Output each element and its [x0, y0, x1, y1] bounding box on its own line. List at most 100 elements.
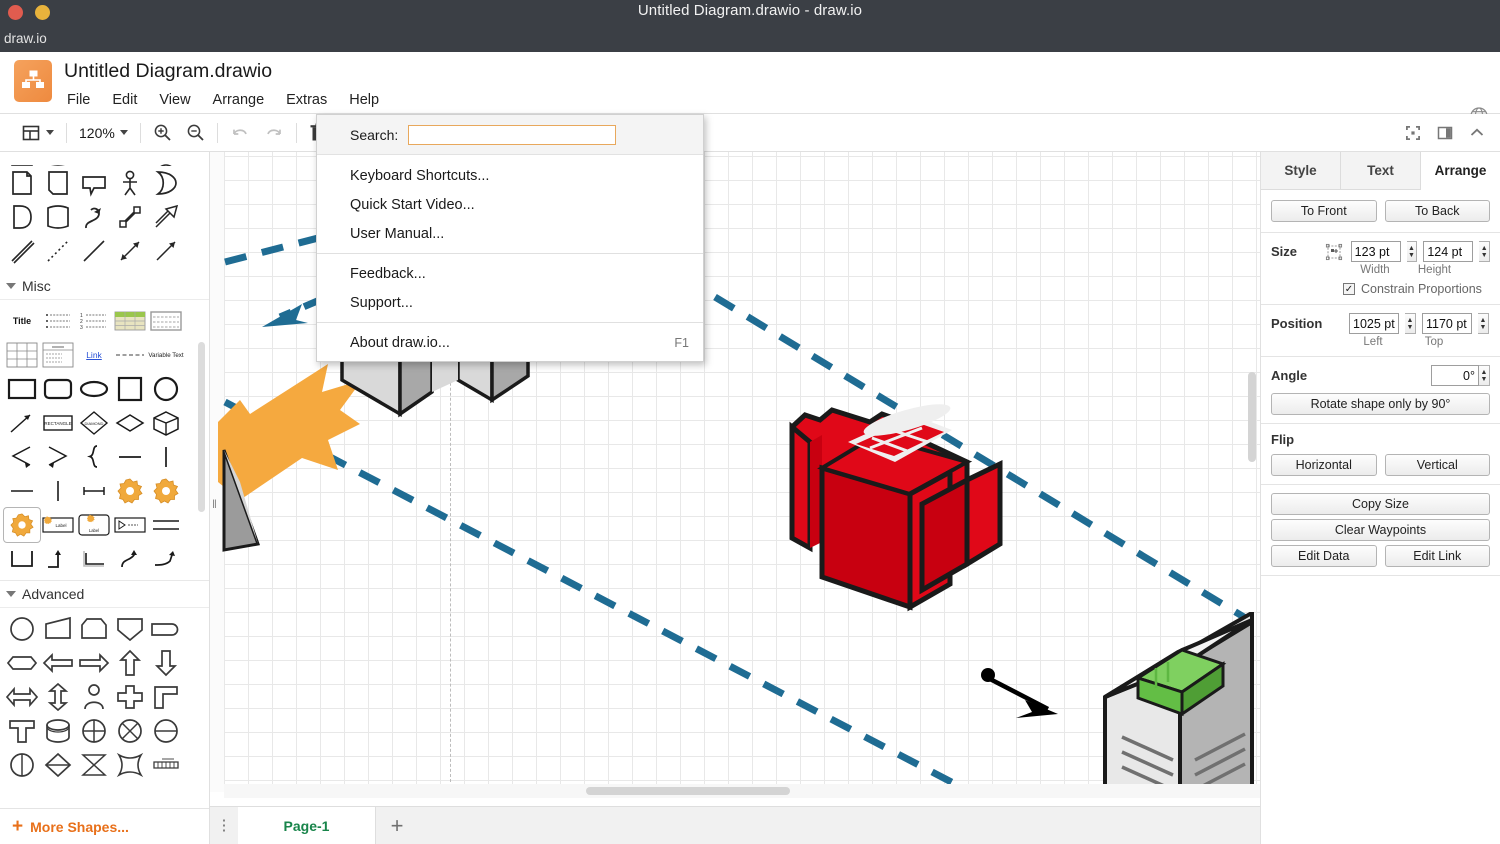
- shape-item-grid-table[interactable]: [4, 338, 40, 372]
- add-page-button[interactable]: +: [376, 807, 418, 844]
- shape-item-s-arrow[interactable]: [76, 200, 112, 234]
- menu-arrange[interactable]: Arrange: [202, 90, 276, 110]
- menu-item-support[interactable]: Support...: [317, 288, 703, 317]
- shape-item-circle-vline[interactable]: [4, 748, 40, 782]
- shape-item-circle[interactable]: [148, 372, 184, 406]
- shape-item-numbered-list[interactable]: 1 2 3: [76, 304, 112, 338]
- shape-item-square[interactable]: [112, 372, 148, 406]
- shape-item-tube[interactable]: [148, 748, 184, 782]
- shape-item-actor[interactable]: [112, 166, 148, 200]
- position-left-input[interactable]: [1349, 313, 1399, 334]
- shape-item[interactable]: [76, 152, 112, 166]
- shape-item-document[interactable]: [4, 166, 40, 200]
- position-left-stepper[interactable]: ▲ ▼: [1405, 313, 1416, 334]
- shape-item-gear-label-right[interactable]: Label: [40, 508, 76, 542]
- tab-arrange[interactable]: Arrange: [1421, 152, 1500, 190]
- edit-link-button[interactable]: Edit Link: [1384, 545, 1490, 567]
- shape-item-double-arrow[interactable]: [112, 200, 148, 234]
- menu-edit[interactable]: Edit: [101, 90, 148, 110]
- shape-item-bidir-arrow[interactable]: [112, 234, 148, 268]
- shape-item-rounded-end[interactable]: [148, 612, 184, 646]
- sidebar-section-advanced[interactable]: Advanced: [0, 580, 209, 608]
- shapes-panel-scrollbar[interactable]: [198, 342, 205, 512]
- toggle-format-panel-button[interactable]: [1430, 114, 1460, 152]
- to-front-button[interactable]: To Front: [1271, 200, 1377, 222]
- panel-collapse-handle[interactable]: ‖: [212, 497, 217, 511]
- shape-item-diamond[interactable]: [112, 406, 148, 440]
- shape-item-double-line[interactable]: [4, 234, 40, 268]
- shape-item-hline[interactable]: [112, 440, 148, 474]
- menu-search-input[interactable]: [408, 124, 617, 145]
- shape-item-arrow[interactable]: [148, 200, 184, 234]
- autosize-icon[interactable]: [1323, 243, 1344, 261]
- shape-item-rounded-rect[interactable]: [40, 372, 76, 406]
- menu-extras[interactable]: Extras: [275, 90, 338, 110]
- to-back-button[interactable]: To Back: [1384, 200, 1490, 222]
- shape-item-vline2[interactable]: [40, 474, 76, 508]
- shape-item-zigzag-right[interactable]: [40, 440, 76, 474]
- shape-item-play-label[interactable]: [112, 508, 148, 542]
- menu-item-quick-start-video[interactable]: Quick Start Video...: [317, 190, 703, 219]
- shape-item-elbow-up-arrow[interactable]: [40, 542, 76, 576]
- shape-item-curve-arrow[interactable]: [148, 542, 184, 576]
- shape-item-d-shape[interactable]: [4, 200, 40, 234]
- zoom-out-button[interactable]: [179, 114, 212, 152]
- shape-item-note[interactable]: [40, 166, 76, 200]
- shape-item-bullet-list[interactable]: [40, 304, 76, 338]
- menu-item-keyboard-shortcuts[interactable]: Keyboard Shortcuts...: [317, 161, 703, 190]
- page-tab-page-1[interactable]: Page-1: [238, 807, 376, 844]
- shape-item-line[interactable]: [76, 234, 112, 268]
- shape-item[interactable]: [112, 152, 148, 166]
- menu-item-feedback[interactable]: Feedback...: [317, 259, 703, 288]
- shape-item-corner[interactable]: [148, 680, 184, 714]
- shape-item-two-lines[interactable]: [148, 508, 184, 542]
- flip-horizontal-button[interactable]: Horizontal: [1271, 454, 1377, 476]
- shape-item[interactable]: [148, 152, 184, 166]
- shape-item-gear[interactable]: [112, 474, 148, 508]
- tab-text[interactable]: Text: [1341, 152, 1421, 189]
- shape-item-arrow-h-double[interactable]: [4, 680, 40, 714]
- shape-item-gear-label-below[interactable]: Label: [76, 508, 112, 542]
- shape-item-dotted-line[interactable]: [40, 234, 76, 268]
- view-layout-button[interactable]: [14, 114, 61, 152]
- shape-item-gear2[interactable]: [148, 474, 184, 508]
- shape-item-curve-up-arrow[interactable]: [112, 542, 148, 576]
- sidebar-section-misc[interactable]: Misc: [0, 272, 209, 300]
- shape-item-single-arrow[interactable]: [148, 234, 184, 268]
- more-shapes-button[interactable]: + More Shapes...: [0, 808, 209, 844]
- menu-item-user-manual[interactable]: User Manual...: [317, 219, 703, 248]
- shape-item-hexagon-flat[interactable]: [4, 646, 40, 680]
- shape-item-variable-text[interactable]: Variable Text: [148, 338, 184, 372]
- height-input[interactable]: [1423, 241, 1474, 262]
- shape-item[interactable]: [4, 152, 40, 166]
- shape-item-bowtie[interactable]: [76, 748, 112, 782]
- rotate-shape-button[interactable]: Rotate shape only by 90°: [1271, 393, 1490, 415]
- fullscreen-button[interactable]: [1398, 114, 1428, 152]
- position-top-input[interactable]: [1422, 313, 1472, 334]
- shape-item-table-green[interactable]: [112, 304, 148, 338]
- shape-item-trapezoid[interactable]: [40, 612, 76, 646]
- shape-item-wave-rect[interactable]: [40, 200, 76, 234]
- menu-file[interactable]: File: [64, 90, 101, 110]
- angle-input[interactable]: [1431, 365, 1479, 386]
- height-stepper[interactable]: ▲ ▼: [1479, 241, 1491, 262]
- shape-item-gear-selected[interactable]: [3, 507, 41, 543]
- shape-item-hline2[interactable]: [4, 474, 40, 508]
- zoom-dropdown[interactable]: 120%: [72, 114, 135, 152]
- shape-item-arrow-down[interactable]: [148, 646, 184, 680]
- menu-view[interactable]: View: [148, 90, 201, 110]
- collapse-toolbar-button[interactable]: [1462, 114, 1492, 152]
- position-top-stepper[interactable]: ▲ ▼: [1478, 313, 1489, 334]
- menu-item-about-drawio[interactable]: About draw.io... F1: [317, 328, 703, 357]
- canvas-vscroll-thumb[interactable]: [1248, 372, 1256, 462]
- shape-item-callout[interactable]: [76, 166, 112, 200]
- shape-item-arrow-v-double[interactable]: [40, 680, 76, 714]
- edit-data-button[interactable]: Edit Data: [1271, 545, 1377, 567]
- shape-item-cross[interactable]: [112, 680, 148, 714]
- shape-item-rectangle-label[interactable]: RECTANGLE: [40, 406, 76, 440]
- constrain-proportions-checkbox[interactable]: ✓: [1343, 283, 1355, 295]
- shape-item-rect[interactable]: [4, 372, 40, 406]
- width-stepper[interactable]: ▲ ▼: [1406, 241, 1418, 262]
- shape-item-cube[interactable]: [148, 406, 184, 440]
- shape-item[interactable]: [40, 152, 76, 166]
